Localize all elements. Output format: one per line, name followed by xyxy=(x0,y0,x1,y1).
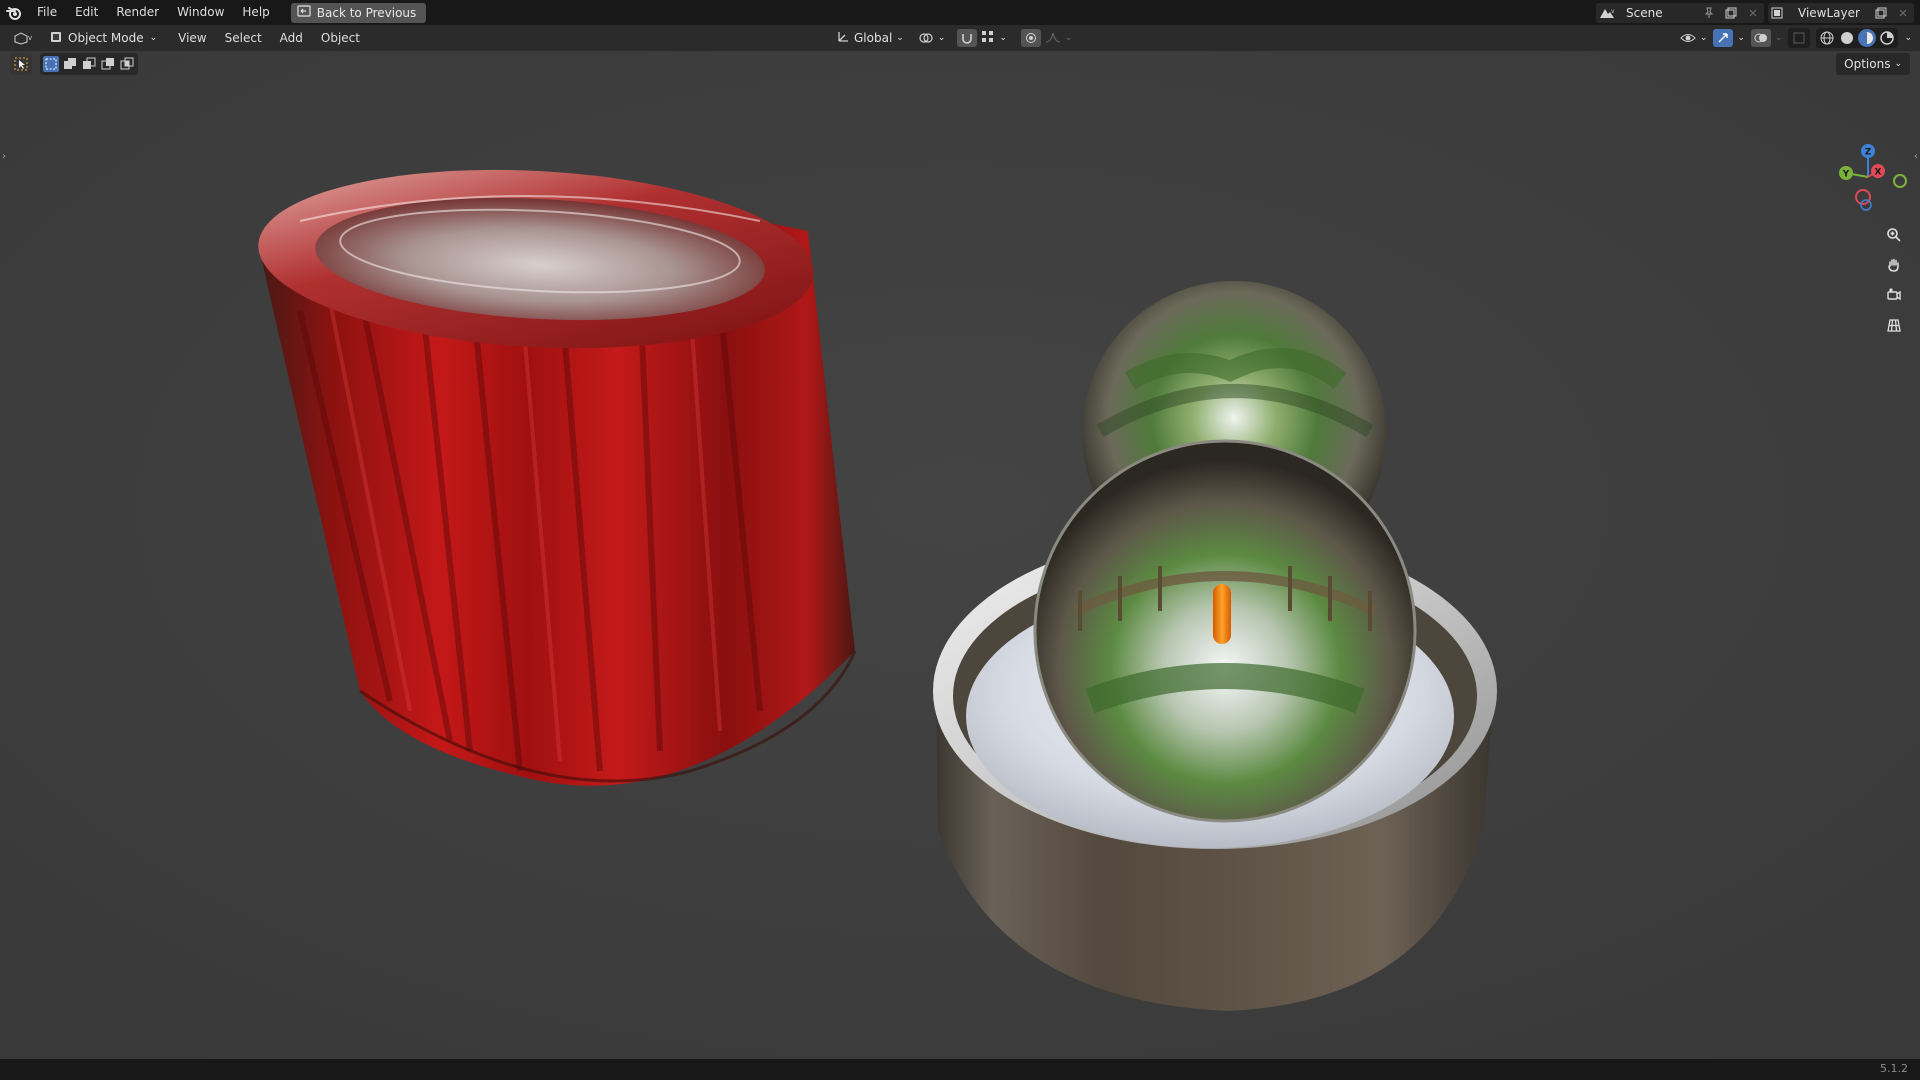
transform-tools: Global ⌄ ⌄ ⌄ ⌄ xyxy=(836,25,1072,51)
menu-render[interactable]: Render xyxy=(107,0,168,25)
gizmo-toggle-icon[interactable] xyxy=(1713,29,1734,47)
orthographic-grid-icon[interactable] xyxy=(1881,314,1907,336)
select-invert-icon[interactable] xyxy=(100,56,116,72)
eye-icon xyxy=(1680,34,1696,42)
gizmo-z-label: Z xyxy=(1865,148,1872,158)
version-label: 5.1.2 xyxy=(1880,1062,1908,1075)
viewport-navigation-buttons xyxy=(1881,224,1907,336)
blender-logo-icon[interactable] xyxy=(0,0,28,25)
select-extend-icon[interactable] xyxy=(62,56,78,72)
viewport-header: v Object Mode ⌄ View Select Add Object G… xyxy=(0,25,1920,51)
sidebar-expand-icon[interactable]: ‹ xyxy=(1914,151,1918,162)
pan-hand-icon[interactable] xyxy=(1881,254,1907,276)
main-menu: File Edit Render Window Help xyxy=(28,0,279,25)
chevron-down-icon: ⌄ xyxy=(1064,33,1073,43)
gizmo-x-label: X xyxy=(1875,168,1882,178)
select-set-icon[interactable] xyxy=(43,56,59,72)
toolbar-expand-icon[interactable]: › xyxy=(2,151,6,162)
delete-scene-icon[interactable] xyxy=(1742,3,1764,23)
scene-selector: v Scene xyxy=(1596,2,1764,23)
snap-target-icon[interactable] xyxy=(981,30,995,47)
scene-name-field[interactable]: Scene xyxy=(1618,3,1698,23)
select-tool-button[interactable] xyxy=(10,53,32,75)
zoom-icon[interactable] xyxy=(1881,224,1907,246)
cursor-arrow-icon xyxy=(14,57,28,71)
shading-options-chevron-icon[interactable]: ⌄ xyxy=(1904,33,1912,43)
object-mode-icon xyxy=(50,31,62,46)
chevron-down-icon: ⌄ xyxy=(1737,33,1745,43)
menu-window[interactable]: Window xyxy=(168,0,233,25)
object-mode-dropdown[interactable]: Object Mode ⌄ xyxy=(44,28,164,48)
delete-view-layer-icon[interactable] xyxy=(1892,3,1914,23)
view-layer-icon[interactable] xyxy=(1768,3,1790,23)
solid-shading-icon[interactable] xyxy=(1838,29,1856,47)
new-view-layer-icon[interactable] xyxy=(1870,3,1892,23)
new-scene-icon[interactable] xyxy=(1720,3,1742,23)
orientation-icon xyxy=(836,30,850,47)
object-mode-label: Object Mode xyxy=(68,31,144,45)
chevron-down-icon: ⌄ xyxy=(149,33,158,43)
selection-mode-group xyxy=(40,53,138,75)
menu-help[interactable]: Help xyxy=(233,0,278,25)
menu-add[interactable]: Add xyxy=(271,25,312,51)
pin-icon[interactable] xyxy=(1698,3,1720,23)
orientation-label: Global xyxy=(854,31,893,45)
snap-toggle-icon[interactable] xyxy=(957,29,978,47)
wireframe-shading-icon[interactable] xyxy=(1818,29,1836,47)
proportional-edit-icon[interactable] xyxy=(1020,29,1041,47)
top-right-controls: v Scene ViewLayer xyxy=(1596,0,1920,25)
select-subtract-icon[interactable] xyxy=(81,56,97,72)
scene-icon[interactable]: v xyxy=(1596,3,1618,23)
rendered-shading-icon[interactable] xyxy=(1878,29,1896,47)
back-to-previous-button[interactable]: Back to Previous xyxy=(290,2,427,23)
view-layer-name-field[interactable]: ViewLayer xyxy=(1790,3,1870,23)
svg-text:v: v xyxy=(1611,8,1615,15)
viewport-display-tools: ⌄ ⌄ ⌄ ⌄ xyxy=(1680,25,1912,51)
transform-orientation-dropdown[interactable]: Global ⌄ xyxy=(836,30,904,47)
top-menu-bar: File Edit Render Window Help Back to Pre… xyxy=(0,0,1920,25)
editor-type-icon[interactable]: v xyxy=(8,28,38,48)
falloff-icon[interactable] xyxy=(1045,31,1061,46)
select-intersect-icon[interactable] xyxy=(119,56,135,72)
viewport-menu: View Select Add Object xyxy=(169,26,369,51)
proportional-editing: ⌄ xyxy=(1020,29,1073,47)
camera-view-icon[interactable] xyxy=(1881,284,1907,306)
chevron-down-icon: ⌄ xyxy=(896,33,904,43)
xray-toggle-icon[interactable] xyxy=(1788,28,1811,48)
options-label: Options xyxy=(1844,57,1891,71)
menu-view[interactable]: View xyxy=(169,25,215,51)
chevron-down-icon: ⌄ xyxy=(1774,33,1783,43)
options-dropdown[interactable]: Options ⌄ xyxy=(1836,53,1910,75)
svg-text:v: v xyxy=(28,34,32,42)
overlays-dropdown[interactable]: ⌄ xyxy=(1750,29,1783,47)
pivot-point-dropdown[interactable]: ⌄ xyxy=(918,31,946,45)
gizmo-y-label: Y xyxy=(1842,170,1850,180)
back-to-previous-label: Back to Previous xyxy=(316,5,417,20)
navigation-gizmo[interactable]: Z Y X xyxy=(1820,139,1910,219)
menu-select[interactable]: Select xyxy=(216,25,271,51)
pivot-icon xyxy=(919,33,933,43)
status-bar: 5.1.2 xyxy=(0,1059,1920,1080)
material-preview-shading-icon[interactable] xyxy=(1858,29,1877,47)
shading-mode-group xyxy=(1816,28,1899,48)
gizmo-dropdown[interactable]: ⌄ xyxy=(1713,29,1745,47)
tool-settings-row xyxy=(10,53,138,75)
screen-back-icon xyxy=(297,5,311,20)
snap-controls: ⌄ xyxy=(957,29,1007,47)
chevron-down-icon: ⌄ xyxy=(937,33,946,43)
view-layer-selector: ViewLayer xyxy=(1768,2,1914,23)
overlays-icon[interactable] xyxy=(1750,29,1771,47)
menu-edit[interactable]: Edit xyxy=(66,0,107,25)
chevron-down-icon: ⌄ xyxy=(999,33,1007,43)
chevron-down-icon: ⌄ xyxy=(1894,59,1902,69)
scene-render[interactable] xyxy=(0,51,1920,1059)
visibility-dropdown[interactable]: ⌄ xyxy=(1680,31,1708,45)
chevron-down-icon: ⌄ xyxy=(1699,33,1708,43)
menu-object[interactable]: Object xyxy=(312,25,369,51)
3d-viewport[interactable]: › ‹ Z Y X xyxy=(0,51,1920,1059)
menu-file[interactable]: File xyxy=(28,0,66,25)
chrome-sphere-front-object[interactable] xyxy=(1033,439,1417,823)
